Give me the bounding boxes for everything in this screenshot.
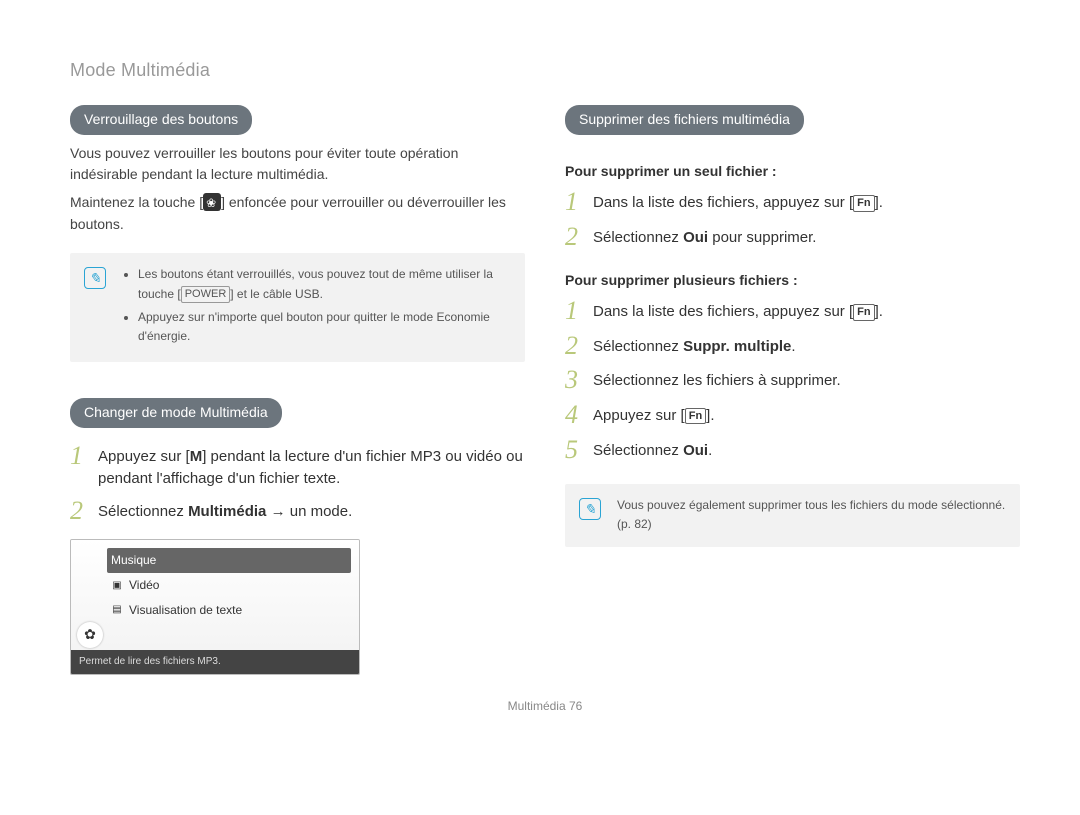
b-step-5: 5 Sélectionnez Oui. — [565, 436, 1020, 465]
s2b: Multimédia — [188, 503, 266, 520]
as1b: ]. — [875, 194, 883, 211]
fn-icon: Fn — [853, 195, 874, 211]
menu-item-video: ▣ Vidéo — [111, 573, 351, 598]
step-2-text: Sélectionnez Multimédia → un mode. — [98, 497, 352, 524]
delete-note-text: Vous pouvez également supprimer tous les… — [617, 496, 1006, 534]
delete-multiple-steps: 1 Dans la liste des fichiers, appuyez su… — [565, 297, 1020, 464]
subhead-single: Pour supprimer un seul fichier : — [565, 161, 1020, 183]
page: Mode Multimédia Verrouillage des boutons… — [0, 0, 1080, 733]
lock-paragraph-1: Vous pouvez verrouiller les boutons pour… — [70, 143, 525, 186]
b-step-3-text: Sélectionnez les fichiers à supprimer. — [593, 366, 841, 393]
s2c: → un mode. — [266, 503, 352, 520]
b-step-1: 1 Dans la liste des fichiers, appuyez su… — [565, 297, 1020, 326]
bs4a: Appuyez sur [ — [593, 407, 685, 424]
step-1-text: Appuyez sur [M] pendant la lecture d'un … — [98, 442, 525, 491]
b-step-2: 2 Sélectionnez Suppr. multiple. — [565, 332, 1020, 361]
m-key: M — [190, 448, 203, 465]
a-step-number-2: 2 — [565, 223, 593, 252]
footer-label: Multimédia — [508, 699, 566, 713]
b-step-number-3: 3 — [565, 366, 593, 395]
delete-single-steps: 1 Dans la liste des fichiers, appuyez su… — [565, 188, 1020, 251]
note-icon: ✎ — [84, 267, 106, 289]
bs5c: . — [708, 442, 712, 459]
as2a: Sélectionnez — [593, 229, 683, 246]
subhead-multiple: Pour supprimer plusieurs fichiers : — [565, 270, 1020, 292]
as1a: Dans la liste des fichiers, appuyez sur … — [593, 194, 853, 211]
note-icon: ✎ — [579, 498, 601, 520]
bs4b: ]. — [706, 407, 714, 424]
step-number-1: 1 — [70, 442, 98, 471]
page-footer: Multimédia 76 — [70, 699, 1020, 713]
section-heading-lock: Verrouillage des boutons — [70, 105, 252, 135]
note-box-lock: ✎ Les boutons étant verrouillés, vous po… — [70, 253, 525, 362]
menu-caption: Permet de lire des fichiers MP3. — [71, 650, 359, 674]
right-column: Supprimer des fichiers multimédia Pour s… — [565, 105, 1020, 675]
as2b: Oui — [683, 229, 708, 246]
menu-item-music: Musique — [107, 548, 351, 573]
b-step-5-text: Sélectionnez Oui. — [593, 436, 712, 463]
bs1b: ]. — [875, 303, 883, 320]
content-columns: Verrouillage des boutons Vous pouvez ver… — [70, 105, 1020, 675]
note-item-2: Appuyez sur n'importe quel bouton pour q… — [138, 308, 511, 346]
text-icon: ▤ — [111, 604, 123, 616]
b-step-number-2: 2 — [565, 332, 593, 361]
b-step-3: 3 Sélectionnez les fichiers à supprimer. — [565, 366, 1020, 395]
lock-p2a: Maintenez la touche [ — [70, 194, 203, 210]
section-heading-change-mode: Changer de mode Multimédia — [70, 398, 282, 428]
bs5a: Sélectionnez — [593, 442, 683, 459]
step-number-2: 2 — [70, 497, 98, 526]
menu-video-label: Vidéo — [129, 576, 159, 595]
bs2a: Sélectionnez — [593, 338, 683, 355]
bs1a: Dans la liste des fichiers, appuyez sur … — [593, 303, 853, 320]
lock-paragraph-2: Maintenez la touche [] enfoncée pour ver… — [70, 192, 525, 235]
b-step-1-text: Dans la liste des fichiers, appuyez sur … — [593, 297, 883, 324]
menu-text-label: Visualisation de texte — [129, 601, 242, 620]
b-step-4-text: Appuyez sur [Fn]. — [593, 401, 715, 428]
left-column: Verrouillage des boutons Vous pouvez ver… — [70, 105, 525, 675]
bs2c: . — [791, 338, 795, 355]
menu-music-label: Musique — [111, 551, 156, 570]
footer-page: 76 — [569, 699, 582, 713]
fn-icon: Fn — [853, 304, 874, 320]
section-heading-delete: Supprimer des fichiers multimédia — [565, 105, 804, 135]
flower-icon — [203, 193, 221, 211]
power-key: POWER — [181, 286, 231, 303]
a-step-1-text: Dans la liste des fichiers, appuyez sur … — [593, 188, 883, 215]
note1b: ] et le câble USB. — [230, 287, 323, 301]
change-mode-steps: 1 Appuyez sur [M] pendant la lecture d'u… — [70, 442, 525, 526]
b-step-4: 4 Appuyez sur [Fn]. — [565, 401, 1020, 430]
b-step-number-5: 5 — [565, 436, 593, 465]
s2a: Sélectionnez — [98, 503, 188, 520]
note-item-1: Les boutons étant verrouillés, vous pouv… — [138, 265, 511, 303]
page-title: Mode Multimédia — [70, 60, 1020, 81]
fn-icon: Fn — [685, 408, 706, 424]
b-step-number-1: 1 — [565, 297, 593, 326]
as2c: pour supprimer. — [708, 229, 816, 246]
note-box-delete: ✎ Vous pouvez également supprimer tous l… — [565, 484, 1020, 546]
a-step-2: 2 Sélectionnez Oui pour supprimer. — [565, 223, 1020, 252]
bs2b: Suppr. multiple — [683, 338, 791, 355]
step-1: 1 Appuyez sur [M] pendant la lecture d'u… — [70, 442, 525, 491]
video-icon: ▣ — [111, 579, 123, 591]
menu-item-text: ▤ Visualisation de texte — [111, 598, 351, 623]
multimedia-menu: Musique ▣ Vidéo ▤ Visualisation de texte… — [71, 540, 359, 650]
s1a: Appuyez sur [ — [98, 448, 190, 465]
b-step-2-text: Sélectionnez Suppr. multiple. — [593, 332, 796, 359]
multimedia-menu-box: Musique ▣ Vidéo ▤ Visualisation de texte… — [70, 539, 360, 675]
b-step-number-4: 4 — [565, 401, 593, 430]
film-reel-icon: ✿ — [77, 622, 103, 648]
a-step-1: 1 Dans la liste des fichiers, appuyez su… — [565, 188, 1020, 217]
note-list: Les boutons étant verrouillés, vous pouv… — [122, 265, 511, 346]
a-step-2-text: Sélectionnez Oui pour supprimer. — [593, 223, 816, 250]
step-2: 2 Sélectionnez Multimédia → un mode. — [70, 497, 525, 526]
bs5b: Oui — [683, 442, 708, 459]
a-step-number-1: 1 — [565, 188, 593, 217]
